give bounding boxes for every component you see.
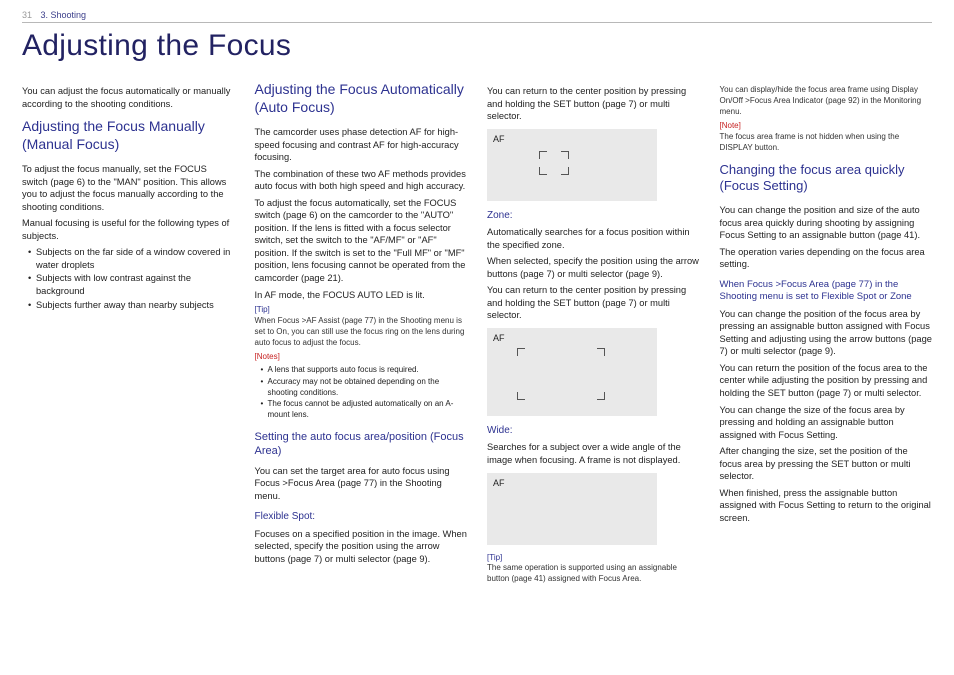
bullet-item: Subjects further away than nearby subjec… xyxy=(28,299,235,312)
sub-p5: When finished, press the assignable butt… xyxy=(720,487,933,525)
page-title: Adjusting the Focus xyxy=(22,29,932,63)
corner-icon xyxy=(539,151,547,159)
focus-area-p: You can set the target area for auto foc… xyxy=(255,465,468,503)
corner-icon xyxy=(597,348,605,356)
page-number: 31 xyxy=(22,10,32,20)
corner-icon xyxy=(539,167,547,175)
tip-text: When Focus >AF Assist (page 77) in the S… xyxy=(255,316,468,348)
bullet-item: Subjects on the far side of a window cov… xyxy=(28,246,235,271)
sub-p1: You can change the position of the focus… xyxy=(720,308,933,358)
manual-p2: Manual focusing is useful for the follow… xyxy=(22,217,235,242)
flexible-spot-p: Focuses on a specified position in the i… xyxy=(255,528,468,566)
auto-p2: The combination of these two AF methods … xyxy=(255,168,468,193)
column-3: You can return to the center position by… xyxy=(487,81,700,585)
note-item: The focus cannot be adjusted automatical… xyxy=(261,399,468,421)
wide-heading: Wide: xyxy=(487,424,700,438)
note-item: A lens that supports auto focus is requi… xyxy=(261,365,468,376)
sub-p4: After changing the size, set the positio… xyxy=(720,445,933,483)
af-label: AF xyxy=(493,477,505,489)
focus-setting-heading: Changing the focus area quickly (Focus S… xyxy=(720,162,933,195)
breadcrumb: 31 3. Shooting xyxy=(22,10,932,23)
intro-text: You can adjust the focus automatically o… xyxy=(22,85,235,110)
tip-label: [Tip] xyxy=(487,553,700,564)
zone-p2: When selected, specify the position usin… xyxy=(487,255,700,280)
af-diagram-wide: AF xyxy=(487,473,657,545)
af-diagram-spot: AF xyxy=(487,129,657,201)
quick-p2: The operation varies depending on the fo… xyxy=(720,246,933,271)
tip-text: The same operation is supported using an… xyxy=(487,563,700,585)
note-label: [Note] xyxy=(720,121,933,132)
note-text: The focus area frame is not hidden when … xyxy=(720,132,933,154)
corner-icon xyxy=(517,392,525,400)
corner-icon xyxy=(517,348,525,356)
focus-area-heading: Setting the auto focus area/position (Fo… xyxy=(255,431,468,459)
tip-label: [Tip] xyxy=(255,305,468,316)
note-item: Accuracy may not be obtained depending o… xyxy=(261,377,468,399)
flexible-spot-heading: Flexible Spot: xyxy=(255,510,468,524)
af-label: AF xyxy=(493,133,505,145)
notes-label: [Notes] xyxy=(255,352,468,363)
col4-top: You can display/hide the focus area fram… xyxy=(720,85,933,117)
manual-focus-heading: Adjusting the Focus Manually (Manual Foc… xyxy=(22,118,235,153)
manual-p1: To adjust the focus manually, set the FO… xyxy=(22,163,235,213)
zone-p1: Automatically searches for a focus posit… xyxy=(487,226,700,251)
af-diagram-zone: AF xyxy=(487,328,657,416)
bullet-item: Subjects with low contrast against the b… xyxy=(28,272,235,297)
auto-p3: To adjust the focus automatically, set t… xyxy=(255,197,468,285)
zone-heading: Zone: xyxy=(487,209,700,223)
auto-p4: In AF mode, the FOCUS AUTO LED is lit. xyxy=(255,289,468,302)
notes-bullets: A lens that supports auto focus is requi… xyxy=(255,365,468,421)
column-1: You can adjust the focus automatically o… xyxy=(22,81,235,585)
quick-p1: You can change the position and size of … xyxy=(720,204,933,242)
wide-p: Searches for a subject over a wide angle… xyxy=(487,441,700,466)
auto-p1: The camcorder uses phase detection AF fo… xyxy=(255,126,468,164)
col3-top: You can return to the center position by… xyxy=(487,85,700,123)
sub-heading: When Focus >Focus Area (page 77) in the … xyxy=(720,279,933,304)
sub-p2: You can return the position of the focus… xyxy=(720,362,933,400)
af-label: AF xyxy=(493,332,505,344)
content-columns: You can adjust the focus automatically o… xyxy=(22,81,932,585)
zone-p3: You can return to the center position by… xyxy=(487,284,700,322)
corner-icon xyxy=(597,392,605,400)
manual-bullets: Subjects on the far side of a window cov… xyxy=(22,246,235,311)
column-2: Adjusting the Focus Automatically (Auto … xyxy=(255,81,468,585)
column-4: You can display/hide the focus area fram… xyxy=(720,81,933,585)
manual-page: 31 3. Shooting Adjusting the Focus You c… xyxy=(0,0,954,675)
chapter-label: 3. Shooting xyxy=(41,10,87,20)
auto-focus-heading: Adjusting the Focus Automatically (Auto … xyxy=(255,81,468,116)
sub-p3: You can change the size of the focus are… xyxy=(720,404,933,442)
corner-icon xyxy=(561,167,569,175)
corner-icon xyxy=(561,151,569,159)
